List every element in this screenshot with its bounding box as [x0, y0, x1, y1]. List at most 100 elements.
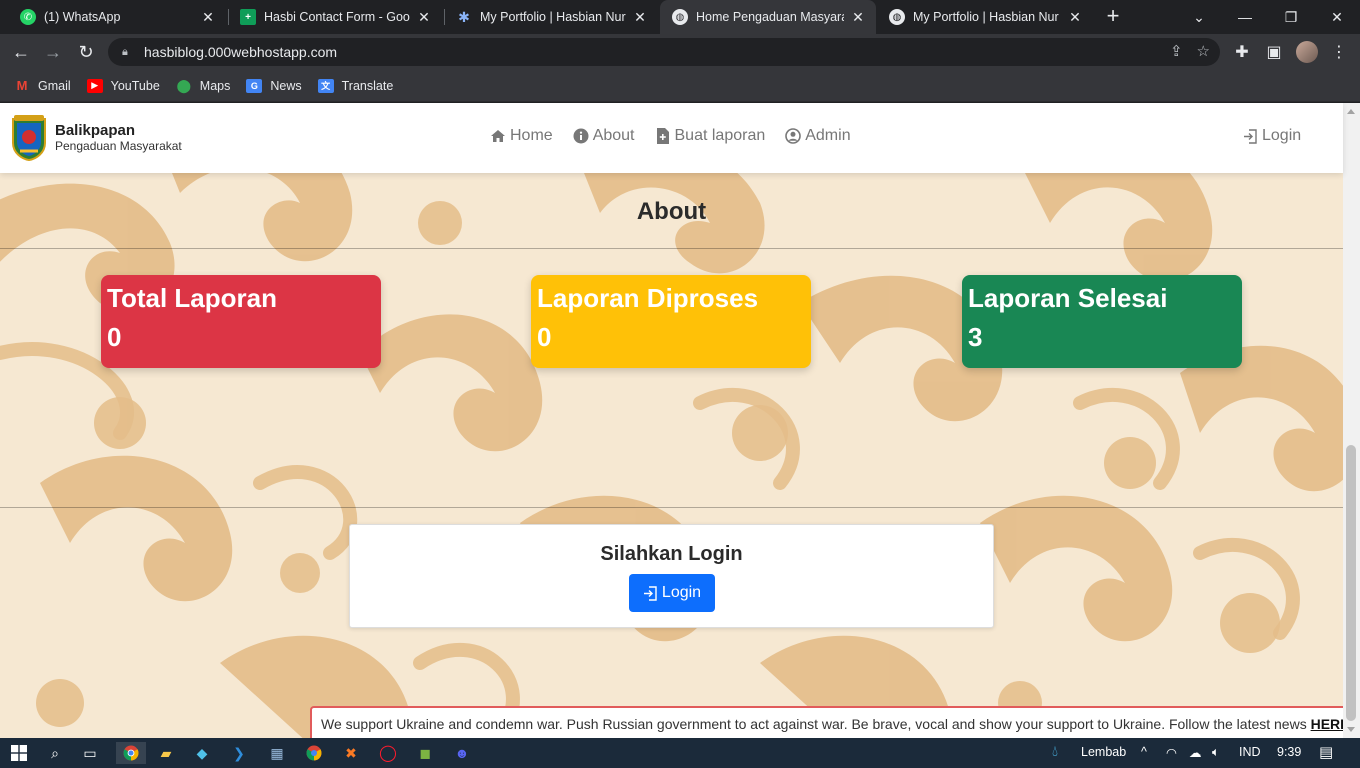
login-icon — [643, 585, 658, 601]
bookmark-translate[interactable]: 文 Translate — [317, 78, 394, 93]
vertical-scrollbar[interactable] — [1343, 103, 1360, 738]
nav-about[interactable]: About — [573, 127, 635, 145]
extensions-icon[interactable]: ✚ — [1231, 41, 1253, 63]
tab-whatsapp[interactable]: ✆ (1) WhatsApp ✕ — [8, 0, 226, 34]
xampp-icon[interactable]: ✖ — [340, 742, 362, 764]
share-icon[interactable]: ⇪ — [1170, 42, 1183, 60]
login-panel: Silahkan Login Login — [349, 524, 994, 628]
chrome-taskbar-icon[interactable] — [116, 742, 146, 764]
scroll-up-icon[interactable] — [1347, 109, 1355, 114]
brand-name[interactable]: Balikpapan — [55, 122, 135, 139]
globe-icon: ◍ — [889, 9, 905, 25]
google-forms-icon: + — [240, 9, 256, 25]
profile-avatar[interactable] — [1296, 41, 1318, 63]
balikpapan-logo[interactable] — [10, 113, 48, 161]
wifi-icon[interactable]: ◠ — [1166, 745, 1177, 760]
card-value: 3 — [968, 322, 983, 352]
site-navbar: Balikpapan Pengaduan Masyarakat Home Abo… — [0, 103, 1343, 173]
nav-label: Admin — [805, 127, 851, 144]
window-close-icon[interactable]: ✕ — [1314, 0, 1360, 34]
reload-icon[interactable]: ↻ — [73, 39, 99, 65]
scroll-down-icon[interactable] — [1347, 727, 1355, 732]
nav-buat-laporan[interactable]: Buat laporan — [655, 127, 765, 145]
card-title: Laporan Diproses — [537, 283, 759, 313]
lock-icon: 🔒︎ — [122, 46, 128, 58]
file-explorer-icon[interactable]: ▰ — [155, 742, 177, 764]
card-laporan-diproses: Laporan Diproses 0 — [531, 275, 811, 368]
news-icon: G — [246, 78, 263, 93]
forward-icon[interactable]: → — [40, 39, 66, 65]
login-button[interactable]: Login — [629, 574, 715, 612]
globe-icon: ◍ — [672, 9, 688, 25]
file-plus-icon — [655, 128, 671, 144]
windows-taskbar: ⌕ ▭ ▰ ◆ ❯ ▦ ✖ ◯ ◼ ☻ 💧︎ Lembab ^ ◠ ☁ 🔈︎ I… — [0, 738, 1360, 768]
opera-icon[interactable]: ◯ — [377, 742, 399, 764]
bookmark-label: Maps — [199, 78, 231, 93]
bookmark-maps[interactable]: ⬤ Maps — [176, 78, 231, 93]
language-indicator[interactable]: IND — [1239, 745, 1261, 759]
side-panel-icon[interactable]: ▣ — [1263, 41, 1285, 63]
address-bar[interactable]: 🔒︎ hasbiblog.000webhostapp.com ⇪ ☆ — [108, 38, 1220, 66]
task-view-icon[interactable]: ▭ — [79, 742, 101, 764]
whatsapp-icon: ✆ — [20, 9, 36, 25]
minimize-icon[interactable]: — — [1222, 0, 1268, 34]
tab-pengaduan[interactable]: ◍ Home Pengaduan Masyarakat ✕ — [660, 0, 876, 34]
login-panel-title: Silahkan Login — [600, 543, 743, 565]
bookmark-youtube[interactable]: ▶ YouTube — [86, 78, 160, 93]
brand-subtitle: Pengaduan Masyarakat — [55, 139, 182, 153]
main-nav: Home About Buat laporan Admin — [490, 127, 851, 145]
bookmarks-bar: M Gmail ▶ YouTube ⬤ Maps G News 文 Transl… — [0, 70, 1360, 102]
discord-icon[interactable]: ☻ — [451, 742, 473, 764]
divider — [0, 507, 1343, 508]
login-button-label: Login — [661, 584, 702, 601]
minecraft-icon[interactable]: ◼ — [414, 742, 436, 764]
photos-icon[interactable]: ▦ — [266, 742, 288, 764]
scrollbar-thumb[interactable] — [1346, 445, 1356, 721]
banner-link[interactable]: HERE — [1311, 716, 1343, 732]
close-tab-icon[interactable]: ✕ — [416, 9, 432, 26]
back-icon[interactable]: ← — [8, 39, 34, 65]
tray-expand-icon[interactable]: ^ — [1141, 745, 1147, 759]
card-value: 0 — [537, 322, 552, 352]
restore-icon[interactable]: ❐ — [1268, 0, 1314, 34]
bookmark-label: Translate — [341, 78, 394, 93]
tab-contact-form[interactable]: + Hasbi Contact Form - Google ✕ — [228, 0, 442, 34]
windows-start-icon[interactable] — [8, 742, 30, 764]
menu-icon[interactable]: ⋮ — [1328, 41, 1350, 63]
vscode-icon[interactable]: ❯ — [228, 742, 250, 764]
close-tab-icon[interactable]: ✕ — [200, 9, 216, 26]
bookmark-star-icon[interactable]: ☆ — [1197, 42, 1210, 60]
close-tab-icon[interactable]: ✕ — [632, 9, 648, 26]
bookmark-gmail[interactable]: M Gmail — [14, 78, 71, 93]
nav-admin[interactable]: Admin — [785, 127, 851, 145]
tab-portfolio[interactable]: ✱ My Portfolio | Hasbian Nur ✕ — [444, 0, 658, 34]
chrome-secondary-icon[interactable] — [303, 742, 325, 764]
notifications-icon[interactable]: ▤ — [1319, 743, 1333, 761]
tab-title: (1) WhatsApp — [44, 10, 121, 24]
clock[interactable]: 9:39 — [1277, 745, 1301, 759]
weather-icon[interactable]: 💧︎ — [1052, 743, 1058, 760]
nav-home[interactable]: Home — [490, 127, 553, 145]
nav-login[interactable]: Login — [1243, 127, 1301, 145]
tab-portfolio-2[interactable]: ◍ My Portfolio | Hasbian Nur ✕ — [877, 0, 1093, 34]
sourcetree-icon[interactable]: ◆ — [191, 742, 213, 764]
info-icon — [573, 128, 589, 144]
search-icon[interactable]: ⌕ — [44, 742, 66, 764]
card-title: Total Laporan — [107, 283, 277, 313]
volume-icon[interactable]: 🔈︎ — [1212, 745, 1220, 760]
onedrive-icon[interactable]: ☁ — [1189, 745, 1202, 760]
divider — [0, 248, 1343, 249]
close-tab-icon[interactable]: ✕ — [850, 9, 866, 26]
star-icon: ✱ — [458, 8, 470, 25]
tab-search-icon[interactable]: ⌄ — [1176, 0, 1222, 34]
bookmark-news[interactable]: G News — [246, 78, 302, 93]
bookmark-label: News — [270, 78, 302, 93]
weather-label[interactable]: Lembab — [1081, 745, 1126, 759]
home-icon — [490, 128, 506, 144]
card-laporan-selesai: Laporan Selesai 3 — [962, 275, 1242, 368]
new-tab-button[interactable]: + — [1102, 5, 1124, 28]
close-tab-icon[interactable]: ✕ — [1067, 9, 1083, 26]
tab-strip: ✆ (1) WhatsApp ✕ + Hasbi Contact Form - … — [0, 0, 1360, 34]
card-title: Laporan Selesai — [968, 283, 1168, 313]
browser-toolbar: ← → ↻ 🔒︎ hasbiblog.000webhostapp.com ⇪ ☆… — [0, 34, 1360, 70]
